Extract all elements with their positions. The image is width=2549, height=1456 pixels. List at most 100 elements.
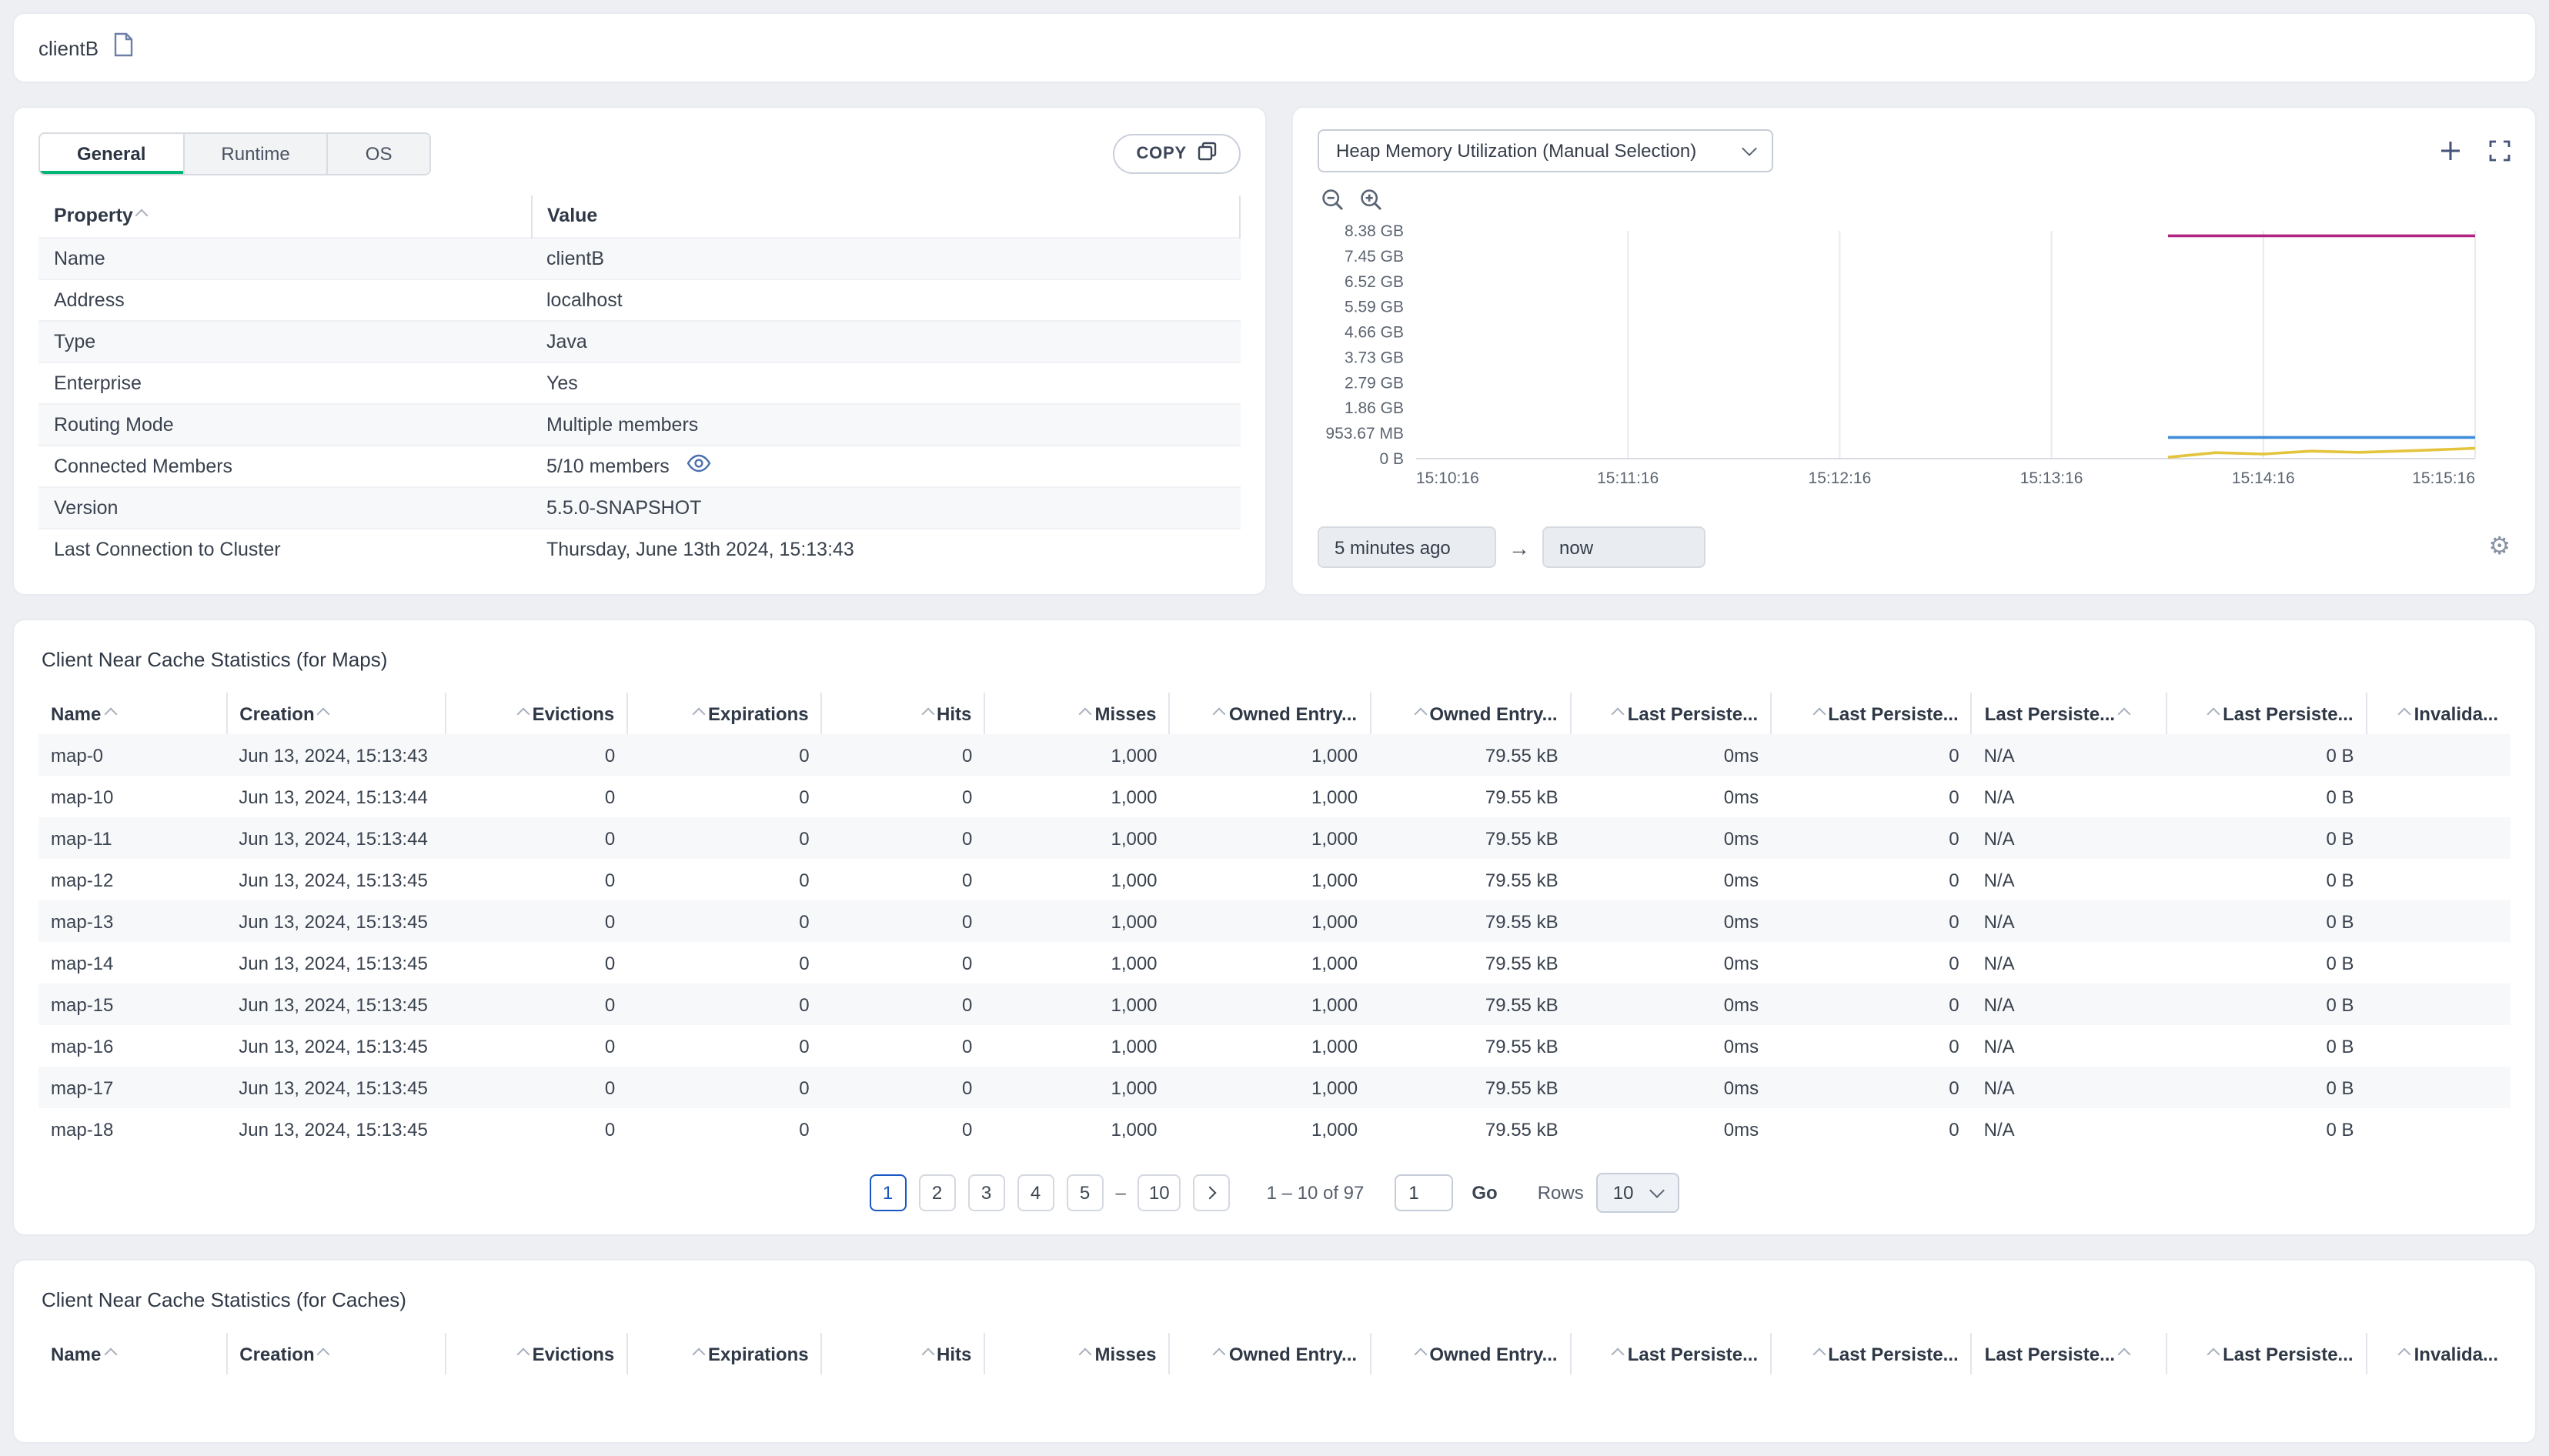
- col-invalidations[interactable]: Invalida...: [2365, 693, 2511, 734]
- last-persistence-failure-cell: N/A: [1983, 910, 2015, 932]
- eye-icon[interactable]: [687, 454, 711, 477]
- col-property[interactable]: Property: [38, 195, 531, 237]
- creation-cell: Jun 13, 2024, 15:13:44: [239, 786, 428, 807]
- gear-icon[interactable]: ⚙: [2488, 534, 2511, 559]
- table-row: map-11 Jun 13, 2024, 15:13:44 0 0 0 1,00…: [38, 817, 2511, 859]
- svg-text:5.59 GB: 5.59 GB: [1345, 299, 1404, 316]
- creation-cell: Jun 13, 2024, 15:13:45: [239, 1077, 428, 1098]
- misses-cell: 1,000: [1111, 1035, 1158, 1057]
- sort-caret-icon: [920, 1347, 934, 1361]
- col-last-persistence-written-bytes[interactable]: Last Persiste...: [2165, 693, 2367, 734]
- table-row: map-16 Jun 13, 2024, 15:13:45 0 0 0 1,00…: [38, 1025, 2511, 1067]
- page-button-1[interactable]: 1: [869, 1174, 907, 1211]
- heap-memory-chart[interactable]: 15:10:16 15:11:16 15:12:16 15:13:16 15:14:16…: [1318, 215, 2487, 511]
- col-label: Evictions: [532, 703, 615, 724]
- col-invalidations[interactable]: Invalida...: [2365, 1333, 2511, 1374]
- name-cell: map-17: [51, 1077, 114, 1098]
- pagination: 1 2 3 4 5 – 10 1 – 10 of 97 Go Rows 10: [38, 1173, 2511, 1213]
- owned-entry-count-cell: 1,000: [1311, 1035, 1358, 1057]
- col-hits[interactable]: Hits: [820, 1333, 985, 1374]
- name-cell: map-0: [51, 744, 104, 766]
- value-cell: Multiple members: [546, 413, 699, 435]
- creation-cell: Jun 13, 2024, 15:13:45: [239, 1035, 428, 1057]
- col-last-persistence-duration[interactable]: Last Persiste...: [1569, 1333, 1772, 1374]
- col-last-persistence-failure[interactable]: Last Persiste...: [1970, 1333, 2166, 1374]
- misses-cell: 1,000: [1111, 1077, 1158, 1098]
- page-button-3[interactable]: 3: [967, 1174, 1005, 1211]
- fullscreen-button[interactable]: [2489, 140, 2511, 162]
- page-button-4[interactable]: 4: [1017, 1174, 1054, 1211]
- caches-stats-table: Name Creation Evictions Expirations Hits…: [38, 1333, 2511, 1374]
- tab-runtime[interactable]: Runtime: [184, 134, 329, 174]
- expirations-cell: 0: [799, 910, 810, 932]
- last-persistence-written-bytes-cell: 0 B: [2326, 1077, 2354, 1098]
- svg-text:15:10:16: 15:10:16: [1416, 469, 1479, 487]
- hits-cell: 0: [961, 744, 973, 766]
- owned-entry-count-cell: 1,000: [1311, 827, 1358, 849]
- col-label: Owned Entry...: [1228, 703, 1358, 724]
- col-owned-entry-count[interactable]: Owned Entry...: [1168, 693, 1371, 734]
- col-owned-entry-count[interactable]: Owned Entry...: [1168, 1333, 1371, 1374]
- col-expirations[interactable]: Expirations: [626, 693, 822, 734]
- page-button-2[interactable]: 2: [918, 1174, 956, 1211]
- zoom-in-button[interactable]: [1359, 188, 1384, 212]
- col-last-persistence-key-count[interactable]: Last Persiste...: [1770, 1333, 1972, 1374]
- time-to-input[interactable]: [1542, 526, 1705, 568]
- last-persistence-key-count-cell: 0: [1949, 1035, 1959, 1057]
- creation-cell: Jun 13, 2024, 15:13:45: [239, 1118, 428, 1140]
- add-chart-button[interactable]: [2440, 140, 2461, 162]
- evictions-cell: 0: [604, 1035, 616, 1057]
- col-evictions[interactable]: Evictions: [445, 693, 628, 734]
- name-cell: map-14: [51, 952, 114, 973]
- last-persistence-duration-cell: 0ms: [1723, 952, 1759, 973]
- document-icon[interactable]: [112, 32, 134, 64]
- owned-entry-memory-cell: 79.55 kB: [1485, 952, 1558, 973]
- col-name[interactable]: Name: [38, 693, 226, 734]
- time-from-input[interactable]: [1318, 526, 1496, 568]
- col-last-persistence-failure[interactable]: Last Persiste...: [1970, 693, 2166, 734]
- last-persistence-duration-cell: 0ms: [1723, 993, 1759, 1015]
- col-creation[interactable]: Creation: [226, 1333, 446, 1374]
- col-label: Invalida...: [2414, 1343, 2498, 1364]
- tab-general[interactable]: General: [40, 134, 185, 174]
- sort-caret-icon: [135, 209, 149, 222]
- tab-label: General: [77, 143, 146, 165]
- col-creation[interactable]: Creation: [226, 693, 446, 734]
- copy-button-label: COPY: [1136, 145, 1187, 163]
- table-row: map-12 Jun 13, 2024, 15:13:45 0 0 0 1,00…: [38, 859, 2511, 900]
- expirations-cell: 0: [799, 1118, 810, 1140]
- last-persistence-written-bytes-cell: 0 B: [2326, 993, 2354, 1015]
- zoom-out-button[interactable]: [1321, 188, 1345, 212]
- col-misses[interactable]: Misses: [984, 693, 1170, 734]
- page: clientB General Runtime OS COPY Property…: [0, 0, 2549, 1456]
- col-last-persistence-duration[interactable]: Last Persiste...: [1569, 693, 1772, 734]
- owned-entry-memory-cell: 79.55 kB: [1485, 993, 1558, 1015]
- page-button-5[interactable]: 5: [1066, 1174, 1104, 1211]
- col-name[interactable]: Name: [38, 1333, 226, 1374]
- goto-page-input[interactable]: [1395, 1174, 1454, 1211]
- table-row: map-0 Jun 13, 2024, 15:13:43 0 0 0 1,000…: [38, 734, 2511, 776]
- col-hits[interactable]: Hits: [820, 693, 985, 734]
- col-expirations[interactable]: Expirations: [626, 1333, 822, 1374]
- col-misses[interactable]: Misses: [984, 1333, 1170, 1374]
- hits-cell: 0: [961, 1077, 973, 1098]
- metric-selector[interactable]: Heap Memory Utilization (Manual Selectio…: [1318, 129, 1773, 172]
- arrow-right-icon: →: [1508, 535, 1530, 559]
- property-cell: Last Connection to Cluster: [54, 538, 281, 560]
- col-owned-entry-memory[interactable]: Owned Entry...: [1369, 693, 1571, 734]
- next-page-button[interactable]: [1192, 1174, 1230, 1211]
- col-owned-entry-memory[interactable]: Owned Entry...: [1369, 1333, 1571, 1374]
- last-persistence-duration-cell: 0ms: [1723, 744, 1759, 766]
- col-last-persistence-written-bytes[interactable]: Last Persiste...: [2165, 1333, 2367, 1374]
- tab-os[interactable]: OS: [328, 134, 429, 174]
- table-row: map-13 Jun 13, 2024, 15:13:45 0 0 0 1,00…: [38, 900, 2511, 942]
- last-persistence-key-count-cell: 0: [1949, 1077, 1959, 1098]
- go-button[interactable]: Go: [1472, 1182, 1497, 1204]
- col-last-persistence-key-count[interactable]: Last Persiste...: [1770, 693, 1972, 734]
- col-evictions[interactable]: Evictions: [445, 1333, 628, 1374]
- page-button-last[interactable]: 10: [1138, 1174, 1181, 1211]
- sort-caret-icon: [1078, 706, 1092, 720]
- creation-cell: Jun 13, 2024, 15:13:45: [239, 993, 428, 1015]
- copy-button[interactable]: COPY: [1113, 134, 1241, 174]
- rows-per-page-select[interactable]: 10: [1595, 1173, 1680, 1213]
